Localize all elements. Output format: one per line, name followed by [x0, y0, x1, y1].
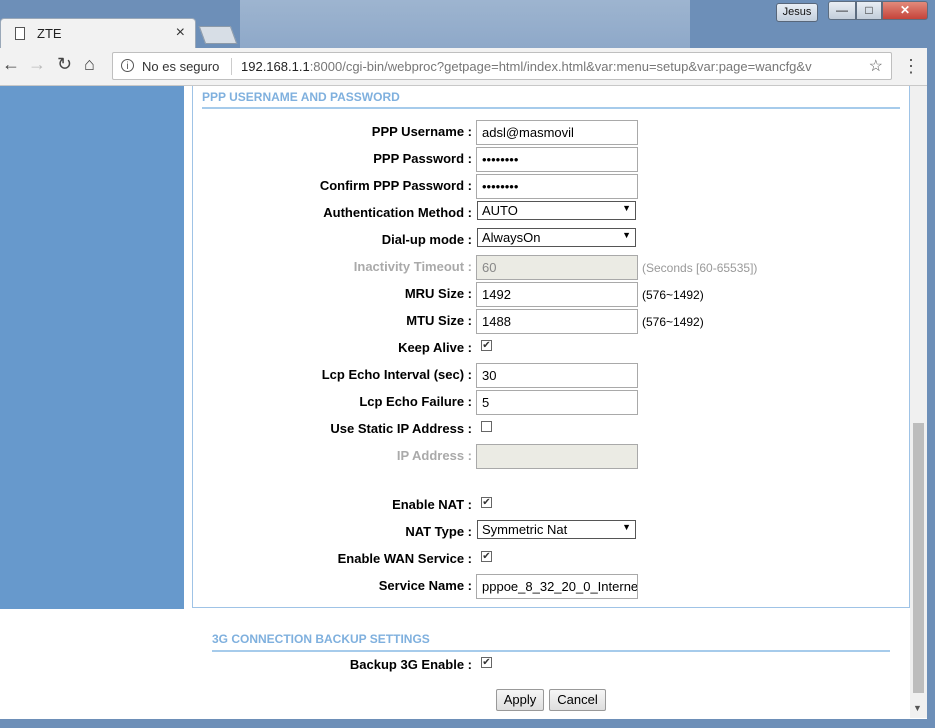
lcp-echo-failure-label: Lcp Echo Failure : [359, 394, 472, 409]
ip-address-label: IP Address : [396, 448, 472, 463]
forward-arrow-icon[interactable]: → [28, 54, 46, 75]
nat-type-value: Symmetric Nat [482, 522, 568, 537]
back-arrow-icon[interactable]: ← [2, 54, 20, 75]
enable-wan-label: Enable WAN Service : [337, 551, 472, 566]
info-icon[interactable]: i [121, 59, 134, 72]
mtu-size-hint: (576~1492) [642, 315, 704, 329]
browser-toolbar: ← → ↻ ⌂ i No es seguro 192.168.1.1:8000/… [0, 48, 935, 86]
window-frame-right [927, 48, 935, 728]
reload-icon[interactable]: ↻ [57, 54, 72, 75]
lcp-echo-interval-label: Lcp Echo Interval (sec) : [321, 367, 472, 382]
apply-button[interactable]: Apply [496, 689, 544, 711]
auth-method-value: AUTO [482, 203, 518, 218]
home-icon[interactable]: ⌂ [84, 54, 95, 75]
address-bar[interactable]: i No es seguro 192.168.1.1:8000/cgi-bin/… [112, 52, 892, 80]
ip-address-input [476, 444, 638, 469]
enable-nat-checkbox[interactable]: ✔ [481, 497, 492, 508]
static-ip-label: Use Static IP Address : [330, 421, 472, 436]
mru-size-label: MRU Size : [404, 286, 472, 301]
confirm-password-input[interactable]: •••••••• [476, 174, 638, 199]
backup-section-title: 3G CONNECTION BACKUP SETTINGS [212, 632, 430, 646]
service-name-label: Service Name : [378, 578, 472, 593]
security-status[interactable]: No es seguro [142, 59, 219, 74]
tab-title: ZTE [37, 26, 62, 41]
static-ip-checkbox[interactable] [481, 421, 492, 432]
sidebar [0, 86, 184, 609]
scroll-down-arrow-icon[interactable]: ▼ [913, 703, 922, 713]
page-icon [15, 27, 25, 40]
ppp-username-input[interactable]: adsl@masmovil [476, 120, 638, 145]
section-divider [202, 107, 900, 109]
keep-alive-label: Keep Alive : [398, 340, 472, 355]
lcp-echo-failure-input[interactable]: 5 [476, 390, 638, 415]
confirm-password-label: Confirm PPP Password : [319, 178, 472, 193]
scrollbar-thumb[interactable] [913, 423, 924, 693]
section-title: PPP USERNAME AND PASSWORD [202, 90, 400, 104]
url-path: :8000/cgi-bin/webproc?getpage=html/index… [309, 59, 812, 74]
mru-size-input[interactable]: 1492 [476, 282, 638, 307]
url-text[interactable]: 192.168.1.1:8000/cgi-bin/webproc?getpage… [241, 59, 863, 74]
url-host: 192.168.1.1 [241, 59, 310, 74]
enable-wan-checkbox[interactable]: ✔ [481, 551, 492, 562]
mtu-size-input[interactable]: 1488 [476, 309, 638, 334]
dialup-mode-value: AlwaysOn [482, 230, 541, 245]
background-window [240, 0, 690, 48]
cancel-button[interactable]: Cancel [549, 689, 606, 711]
ppp-password-input[interactable]: •••••••• [476, 147, 638, 172]
auth-method-label: Authentication Method : [323, 205, 472, 220]
window-frame-bottom [0, 719, 935, 728]
close-window-button[interactable]: ✕ [882, 1, 928, 20]
divider [231, 58, 232, 75]
mtu-size-label: MTU Size : [406, 313, 472, 328]
ppp-password-label: PPP Password : [373, 151, 472, 166]
nat-type-select[interactable]: Symmetric Nat ▼ [477, 520, 636, 539]
backup-3g-label: Backup 3G Enable : [349, 657, 472, 672]
maximize-button[interactable]: □ [856, 1, 882, 20]
profile-button[interactable]: Jesus [776, 3, 818, 22]
auth-method-select[interactable]: AUTO ▼ [477, 201, 636, 220]
dropdown-arrow-icon: ▼ [622, 522, 631, 532]
dropdown-arrow-icon: ▼ [622, 230, 631, 240]
mru-size-hint: (576~1492) [642, 288, 704, 302]
backup-3g-checkbox[interactable]: ✔ [481, 657, 492, 668]
service-name-input[interactable]: pppoe_8_32_20_0_Interne [476, 574, 638, 599]
menu-dots-icon[interactable]: ⋮ [902, 56, 920, 77]
dropdown-arrow-icon: ▼ [622, 203, 631, 213]
backup-section-divider [212, 650, 890, 652]
bookmark-star-icon[interactable]: ☆ [869, 56, 883, 76]
enable-nat-label: Enable NAT : [392, 497, 472, 512]
lcp-echo-interval-input[interactable]: 30 [476, 363, 638, 388]
browser-tab[interactable]: ZTE × [0, 18, 196, 48]
minimize-button[interactable]: — [828, 1, 856, 20]
nat-type-label: NAT Type : [405, 524, 472, 539]
inactivity-timeout-hint: (Seconds [60-65535]) [642, 261, 758, 275]
inactivity-timeout-input: 60 [476, 255, 638, 280]
ppp-username-label: PPP Username : [371, 124, 472, 139]
inactivity-timeout-label: Inactivity Timeout : [353, 259, 472, 274]
tab-close-icon[interactable]: × [176, 24, 185, 42]
new-tab-button[interactable] [198, 26, 238, 44]
dialup-mode-label: Dial-up mode : [381, 232, 472, 247]
keep-alive-checkbox[interactable]: ✔ [481, 340, 492, 351]
dialup-mode-select[interactable]: AlwaysOn ▼ [477, 228, 636, 247]
